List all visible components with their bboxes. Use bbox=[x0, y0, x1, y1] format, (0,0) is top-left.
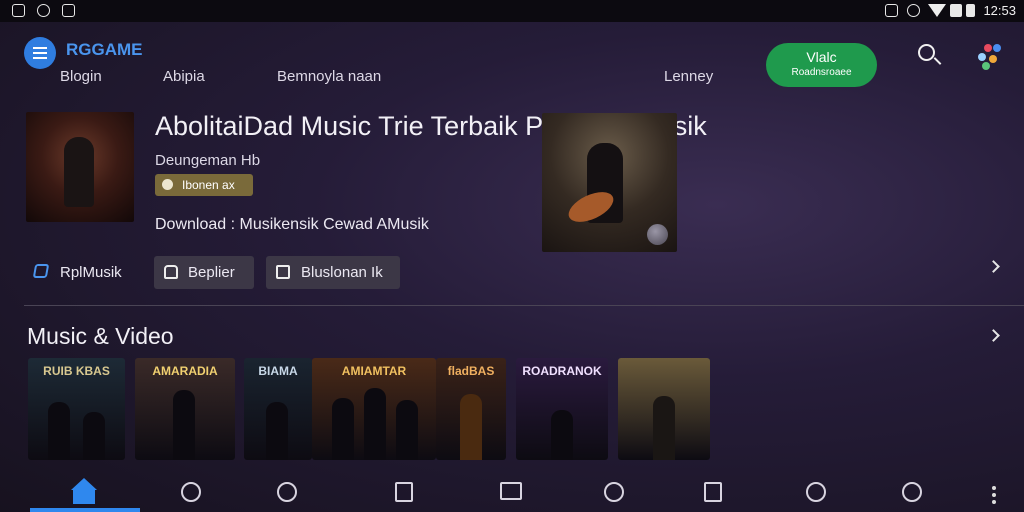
divider bbox=[24, 305, 1024, 306]
tag-icon bbox=[164, 265, 178, 279]
hero-badge: Ibonen ax bbox=[155, 174, 253, 196]
card-caption: RUIB KBAS bbox=[43, 364, 110, 378]
share-label: RplMusik bbox=[60, 264, 122, 281]
card-figure bbox=[173, 390, 195, 460]
badge-icon bbox=[162, 179, 173, 190]
status-bar: 12:53 bbox=[0, 0, 1024, 22]
wifi-icon bbox=[928, 4, 946, 17]
section-chevron-right-icon[interactable] bbox=[987, 329, 1000, 342]
card-caption: AMIAMTAR bbox=[341, 364, 407, 378]
card-figure bbox=[653, 396, 675, 460]
heart-icon[interactable] bbox=[604, 482, 626, 504]
media-card[interactable]: fladBAS bbox=[436, 358, 506, 460]
card-caption: fladBAS bbox=[447, 364, 495, 378]
nav-item-3[interactable]: Bemnoyla naan bbox=[277, 68, 381, 85]
nav-item-1[interactable]: Blogin bbox=[60, 68, 102, 85]
square-icon[interactable] bbox=[704, 482, 726, 504]
card-figure bbox=[551, 410, 573, 460]
inbox-icon[interactable] bbox=[500, 482, 522, 504]
orb-decoration bbox=[647, 224, 668, 245]
hero-cover-image[interactable] bbox=[26, 112, 134, 222]
message-icon bbox=[37, 4, 50, 17]
card-figure bbox=[266, 402, 288, 460]
badge-label: Ibonen ax bbox=[182, 178, 235, 192]
card-figure bbox=[364, 388, 386, 460]
bottom-nav bbox=[0, 470, 1024, 512]
signal-icon bbox=[950, 4, 962, 17]
media-card[interactable]: RUIB KBAS bbox=[28, 358, 125, 460]
tag-button[interactable]: Beplier bbox=[154, 256, 254, 289]
vibrate-icon bbox=[907, 4, 920, 17]
card-caption: BIAMA bbox=[258, 364, 298, 378]
card-figure bbox=[83, 412, 105, 460]
hero-subtitle: Deungeman Hb bbox=[155, 152, 261, 169]
home-icon[interactable] bbox=[71, 478, 97, 504]
cta-label: Vlalc bbox=[806, 49, 837, 65]
collection-button[interactable]: Bluslonan Ik bbox=[266, 256, 400, 289]
store-icon bbox=[62, 4, 75, 17]
battery-icon bbox=[966, 4, 975, 17]
nav-item-4[interactable]: Lenney bbox=[664, 68, 713, 85]
card-figure bbox=[48, 402, 70, 460]
collection-label: Bluslonan Ik bbox=[301, 264, 383, 281]
primary-cta-button[interactable]: Vlalc Roadnsroaee bbox=[766, 43, 877, 87]
box-icon bbox=[276, 265, 290, 279]
tag-label: Beplier bbox=[188, 264, 235, 281]
nfc-icon bbox=[885, 4, 898, 17]
card-caption: ROADRANOK bbox=[522, 364, 602, 378]
cta-sublabel: Roadnsroaee bbox=[791, 67, 852, 78]
card-figure bbox=[460, 394, 482, 460]
timer-icon[interactable] bbox=[277, 482, 299, 504]
card-caption: AMARADIA bbox=[152, 364, 218, 378]
share-icon bbox=[32, 264, 50, 278]
chevron-right-icon[interactable] bbox=[987, 260, 1000, 273]
clock-icon[interactable] bbox=[181, 482, 203, 504]
active-tab-indicator bbox=[30, 508, 140, 512]
card-figure bbox=[396, 400, 418, 460]
card-figure bbox=[332, 398, 354, 460]
media-card[interactable] bbox=[618, 358, 710, 460]
section-title: Music & Video bbox=[27, 323, 174, 349]
gallery-icon bbox=[12, 4, 25, 17]
media-card[interactable]: AMIAMTAR bbox=[312, 358, 436, 460]
share-button[interactable]: RplMusik bbox=[27, 256, 127, 289]
nav-item-2[interactable]: Abipia bbox=[163, 68, 205, 85]
brand-logo[interactable]: RGGAME bbox=[66, 40, 143, 60]
menu-icon[interactable] bbox=[24, 37, 56, 69]
bookmark-icon[interactable] bbox=[395, 482, 417, 504]
media-card[interactable]: AMARADIA bbox=[135, 358, 235, 460]
search-clock-icon[interactable] bbox=[902, 482, 924, 504]
more-icon[interactable] bbox=[983, 482, 1005, 504]
media-card[interactable]: ROADRANOK bbox=[516, 358, 608, 460]
status-time: 12:53 bbox=[983, 3, 1016, 18]
media-card[interactable]: BIAMA bbox=[244, 358, 312, 460]
hero-download-line: Download : Musikensik Cewad AMusik bbox=[155, 216, 429, 233]
refresh-icon[interactable] bbox=[806, 482, 828, 504]
